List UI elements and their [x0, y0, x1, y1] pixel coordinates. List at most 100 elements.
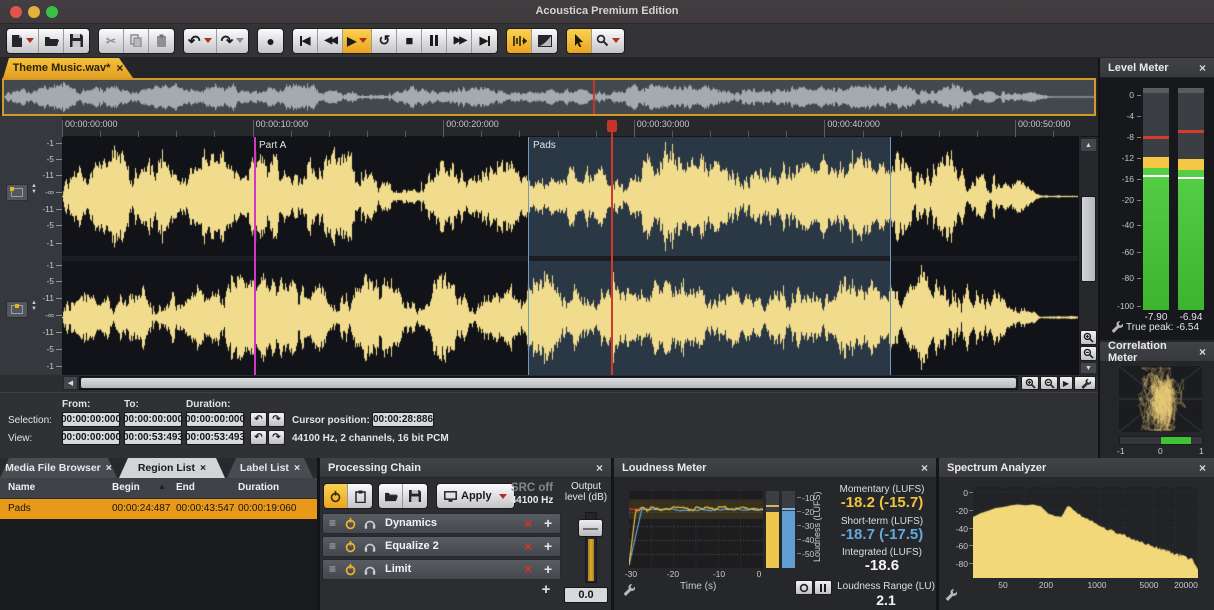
loudness-settings-button[interactable]: [622, 583, 635, 601]
vertical-zoom-out-button[interactable]: [1080, 346, 1097, 361]
spectrum-settings-button[interactable]: [944, 588, 957, 606]
save-button[interactable]: [64, 29, 89, 53]
play-button[interactable]: ▶: [343, 29, 372, 53]
select-tool-button[interactable]: [567, 29, 592, 53]
pause-button[interactable]: [422, 29, 447, 53]
selection-from-field[interactable]: 00:00:00:000: [62, 412, 120, 427]
go-to-end-button[interactable]: ▶: [472, 29, 497, 53]
col-begin[interactable]: Begin: [112, 482, 140, 493]
view-settings-button[interactable]: [1074, 376, 1096, 390]
insert-effect-button[interactable]: +: [544, 561, 552, 577]
close-icon[interactable]: ×: [294, 462, 300, 474]
overview-waveform[interactable]: [4, 80, 1094, 114]
view-duration-field[interactable]: 00:00:53:493: [186, 430, 244, 445]
loudness-pause-button[interactable]: [814, 580, 832, 595]
loudness-reset-button[interactable]: [795, 580, 813, 595]
remove-effect-button[interactable]: ×: [524, 561, 532, 577]
remove-effect-button[interactable]: ×: [524, 538, 532, 554]
tab-label-list[interactable]: Label List×: [227, 458, 313, 478]
copy-button[interactable]: [124, 29, 149, 53]
timeline-zoom-in-button[interactable]: [1021, 376, 1039, 390]
chain-add-button[interactable]: +: [536, 581, 556, 598]
fast-forward-button[interactable]: ▶▶: [447, 29, 472, 53]
scroll-up-button[interactable]: ▲: [1080, 138, 1097, 152]
insert-effect-button[interactable]: +: [544, 538, 552, 554]
marker-line-part-a[interactable]: [254, 137, 256, 375]
zoom-tool-button[interactable]: [592, 29, 624, 53]
col-duration[interactable]: Duration: [238, 482, 279, 493]
undo-button[interactable]: ↶: [184, 29, 217, 53]
tab-media-file-browser[interactable]: Media File Browser×: [0, 458, 117, 478]
close-icon[interactable]: ×: [1199, 61, 1206, 75]
cursor-position-field[interactable]: 00:00:28:886: [372, 412, 434, 427]
region-row-pads[interactable]: Pads 00:00:24:487 00:00:43:547 00:00:19:…: [0, 499, 317, 519]
headphones-icon[interactable]: [363, 540, 377, 558]
chain-save-button[interactable]: [403, 484, 427, 508]
chain-item-row[interactable]: ≡Equalize 2×+: [322, 536, 561, 557]
close-icon[interactable]: ×: [1199, 345, 1206, 359]
scroll-right-button[interactable]: ▶: [1059, 376, 1073, 390]
effect-power-icon[interactable]: [344, 517, 357, 535]
selection-redo-button[interactable]: ↷: [268, 412, 285, 427]
vertical-scroll-thumb[interactable]: [1081, 196, 1096, 282]
selection-duration-field[interactable]: 00:00:00:000: [186, 412, 244, 427]
playhead-flag[interactable]: [607, 120, 617, 132]
close-icon[interactable]: ×: [200, 462, 206, 474]
record-button[interactable]: ●: [258, 29, 283, 53]
col-end[interactable]: End: [176, 482, 195, 493]
remove-effect-button[interactable]: ×: [524, 515, 532, 531]
chain-power-button[interactable]: [324, 484, 348, 508]
effect-power-icon[interactable]: [344, 563, 357, 581]
waveform-channel-left[interactable]: [62, 137, 1078, 256]
insert-effect-button[interactable]: +: [544, 515, 552, 531]
scrub-tool-button[interactable]: [507, 29, 532, 53]
open-file-button[interactable]: [39, 29, 64, 53]
region-list-empty-area[interactable]: [0, 519, 317, 610]
rewind-button[interactable]: ◀◀: [318, 29, 343, 53]
selection-to-field[interactable]: 00:00:00:000: [124, 412, 182, 427]
document-tab[interactable]: Theme Music.wav* ×: [3, 58, 133, 78]
selection-undo-button[interactable]: ↶: [250, 412, 267, 427]
view-redo-button[interactable]: ↷: [268, 430, 285, 445]
waveform-editor[interactable]: Part A Pads: [62, 137, 1078, 375]
region-end-edge[interactable]: [890, 137, 891, 375]
apply-button[interactable]: Apply: [437, 484, 514, 508]
effect-power-icon[interactable]: [344, 540, 357, 558]
headphones-icon[interactable]: [363, 563, 377, 581]
timeline-ruler[interactable]: [62, 116, 1098, 137]
horizontal-scroll-track[interactable]: [79, 376, 1018, 390]
channel1-size-spinner[interactable]: ▲▼: [31, 183, 37, 195]
chain-item-row[interactable]: ≡Dynamics×+: [322, 513, 561, 534]
tab-region-list[interactable]: Region List×: [119, 458, 225, 478]
close-icon[interactable]: ×: [116, 61, 123, 75]
drag-handle-icon[interactable]: ≡: [329, 539, 336, 553]
go-to-start-button[interactable]: ◀: [293, 29, 318, 53]
drag-handle-icon[interactable]: ≡: [329, 516, 336, 530]
close-icon[interactable]: ×: [921, 461, 928, 475]
chain-clipboard-button[interactable]: [348, 484, 372, 508]
close-icon[interactable]: ×: [1199, 461, 1206, 475]
cut-button[interactable]: ✂: [99, 29, 124, 53]
chain-open-button[interactable]: [379, 484, 403, 508]
view-from-field[interactable]: 00:00:00:000: [62, 430, 120, 445]
scroll-down-button[interactable]: ▼: [1080, 362, 1097, 374]
redo-button[interactable]: ↷: [217, 29, 249, 53]
region-start-edge[interactable]: [528, 137, 529, 375]
waveform-channel-right[interactable]: [62, 261, 1078, 374]
col-name[interactable]: Name: [8, 482, 35, 493]
level-meter-settings-button[interactable]: [1110, 320, 1123, 338]
channel2-select-button[interactable]: [6, 301, 28, 318]
output-level-value[interactable]: 0.0: [564, 587, 608, 603]
timeline-zoom-out-button[interactable]: [1040, 376, 1058, 390]
drag-handle-icon[interactable]: ≡: [329, 562, 336, 576]
chain-item-row[interactable]: ≡Limit×+: [322, 559, 561, 580]
loop-button[interactable]: ↺: [372, 29, 397, 53]
fade-tool-button[interactable]: [532, 29, 557, 53]
channel2-size-spinner[interactable]: ▲▼: [31, 300, 37, 312]
channel1-select-button[interactable]: [6, 184, 28, 201]
view-to-field[interactable]: 00:00:53:493: [124, 430, 182, 445]
output-slider-handle[interactable]: [578, 519, 603, 537]
headphones-icon[interactable]: [363, 517, 377, 535]
close-icon[interactable]: ×: [596, 461, 603, 475]
new-file-button[interactable]: [7, 29, 39, 53]
